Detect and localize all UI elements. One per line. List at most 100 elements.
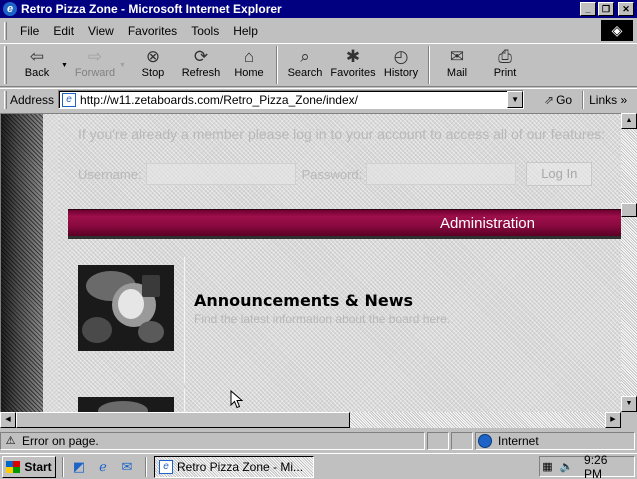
quicklaunch-separator: [145, 456, 147, 477]
vertical-scrollbar[interactable]: ▲ ▼: [621, 113, 637, 412]
scroll-down-button[interactable]: ▼: [621, 396, 637, 412]
menu-edit[interactable]: Edit: [46, 24, 81, 38]
restore-button[interactable]: ❐: [598, 2, 614, 16]
stop-button[interactable]: ⊗ Stop: [129, 44, 177, 86]
menu-tools[interactable]: Tools: [184, 24, 226, 38]
address-grip[interactable]: [4, 90, 7, 109]
forum-thumbnail[interactable]: [78, 265, 174, 351]
history-label: History: [383, 67, 419, 79]
page-content[interactable]: If you're already a member please log in…: [0, 113, 621, 412]
stop-icon: ⊗: [145, 47, 161, 66]
address-input[interactable]: e http://w11.zetaboards.com/Retro_Pizza_…: [58, 90, 525, 109]
login-button[interactable]: Log In: [526, 162, 593, 186]
print-button[interactable]: ⎙ Print: [481, 44, 529, 86]
password-field[interactable]: [366, 163, 517, 185]
close-button[interactable]: ✕: [618, 2, 634, 16]
forum-panel: [59, 114, 621, 412]
volume-icon[interactable]: 🔈: [559, 460, 574, 474]
menu-bar: File Edit View Favorites Tools Help ◈: [0, 19, 637, 42]
menu-favorites[interactable]: Favorites: [121, 24, 184, 38]
outlook-express-icon[interactable]: ✉: [118, 458, 136, 476]
category-title[interactable]: Administration: [440, 215, 535, 232]
scrollbar-corner: [621, 412, 637, 428]
menu-help[interactable]: Help: [226, 24, 265, 38]
window-title: Retro Pizza Zone - Microsoft Internet Ex…: [21, 2, 282, 16]
favorites-label: Favorites: [330, 67, 376, 79]
links-button[interactable]: Links »: [589, 93, 627, 107]
back-dropdown-icon[interactable]: ▼: [61, 44, 71, 69]
start-label: Start: [24, 459, 52, 474]
mail-button[interactable]: ✉ Mail: [433, 44, 481, 86]
address-url[interactable]: http://w11.zetaboards.com/Retro_Pizza_Zo…: [80, 93, 507, 107]
ie-page-icon: e: [159, 459, 173, 474]
home-button[interactable]: ⌂ Home: [225, 44, 273, 86]
page-icon: e: [62, 92, 77, 107]
refresh-label: Refresh: [181, 67, 221, 79]
back-arrow-icon: ⇦: [29, 47, 45, 66]
show-desktop-icon[interactable]: ◩: [70, 458, 88, 476]
forward-label: Forward: [74, 67, 116, 79]
vertical-scroll-thumb[interactable]: [621, 203, 637, 217]
status-bar: ⚠ Error on page. Internet: [0, 431, 637, 451]
favorites-button[interactable]: ✱ Favorites: [329, 44, 377, 86]
status-panel: [427, 432, 449, 450]
login-form: Username: Password: Log In: [78, 162, 593, 186]
search-button[interactable]: ⌕ Search: [281, 44, 329, 86]
scheduler-icon[interactable]: ▦: [540, 460, 555, 474]
password-label: Password:: [301, 166, 363, 182]
forum-thumbnail[interactable]: [78, 397, 174, 412]
thumb-shape: [82, 317, 112, 343]
taskbar-window-label: Retro Pizza Zone - Mi...: [177, 459, 304, 474]
scroll-left-button[interactable]: ◀: [0, 412, 16, 428]
forward-button[interactable]: ⇨ Forward: [71, 44, 119, 86]
refresh-button[interactable]: ⟳ Refresh: [177, 44, 225, 86]
security-zone-panel: Internet: [475, 432, 635, 450]
go-arrow-icon: ⇗: [544, 92, 555, 107]
forum-description: Find the latest information about the bo…: [194, 312, 451, 326]
forward-arrow-icon: ⇨: [87, 47, 103, 66]
menu-view[interactable]: View: [81, 24, 121, 38]
status-message-panel[interactable]: ⚠ Error on page.: [0, 432, 425, 450]
taskbar-window-button[interactable]: e Retro Pizza Zone - Mi...: [154, 455, 314, 478]
category-header[interactable]: Administration: [68, 209, 621, 239]
taskbar: Start ◩ ℯ ✉ e Retro Pizza Zone - Mi... ▦…: [0, 453, 637, 479]
forum-title[interactable]: Announcements & News: [194, 291, 413, 310]
ie-page-icon: e: [3, 2, 17, 16]
forward-dropdown-icon[interactable]: ▼: [119, 44, 129, 69]
history-button[interactable]: ◴ History: [377, 44, 425, 86]
toolbar-separator: [428, 46, 430, 84]
toolbar-separator: [276, 46, 278, 84]
menu-file[interactable]: File: [13, 24, 46, 38]
zone-label: Internet: [498, 434, 539, 448]
clock[interactable]: 9:26 PM: [584, 453, 626, 479]
mail-icon: ✉: [449, 47, 465, 66]
toolbar-grip[interactable]: [4, 46, 7, 84]
standard-toolbar: ⇦ Back ▼ ⇨ Forward ▼ ⊗ Stop ⟳ Refresh ⌂ …: [0, 43, 637, 87]
menu-grip[interactable]: [4, 21, 7, 40]
horizontal-scroll-thumb[interactable]: [16, 412, 350, 428]
thumb-shape: [138, 321, 164, 343]
internet-explorer-icon[interactable]: ℯ: [94, 458, 112, 476]
back-button[interactable]: ⇦ Back: [13, 44, 61, 86]
stop-label: Stop: [141, 67, 165, 79]
start-button[interactable]: Start: [2, 455, 56, 478]
windows-flag-icon: [6, 460, 21, 473]
address-label: Address: [10, 92, 55, 107]
history-icon: ◴: [393, 47, 409, 66]
address-dropdown-icon[interactable]: ▼: [507, 91, 524, 108]
thumb-shape: [142, 275, 160, 297]
go-button[interactable]: ⇗ Go: [544, 93, 572, 107]
column-divider: [184, 257, 185, 383]
scroll-up-button[interactable]: ▲: [621, 113, 637, 129]
status-panel: [451, 432, 473, 450]
window-title-bar[interactable]: e Retro Pizza Zone - Microsoft Internet …: [0, 0, 637, 18]
left-decorative-stripe: [1, 114, 43, 412]
thumb-shape: [98, 401, 148, 412]
username-label: Username:: [78, 166, 142, 182]
minimize-button[interactable]: _: [580, 2, 596, 16]
go-label: Go: [556, 92, 573, 107]
username-field[interactable]: [145, 163, 296, 185]
horizontal-scrollbar[interactable]: ◀ ▶: [0, 412, 621, 428]
warning-icon[interactable]: ⚠: [3, 435, 18, 448]
scroll-right-button[interactable]: ▶: [605, 412, 621, 428]
